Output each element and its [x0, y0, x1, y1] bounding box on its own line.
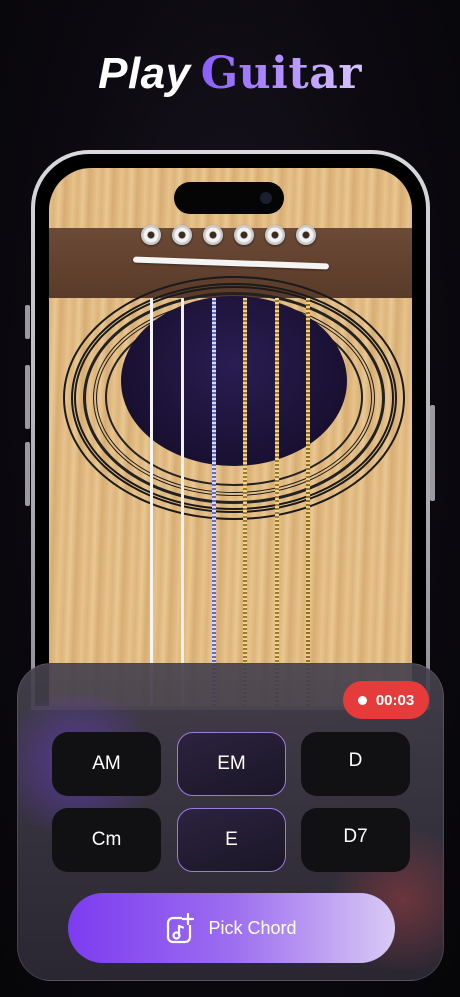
chord-label: D: [348, 750, 363, 771]
chord-label: EM: [217, 753, 246, 774]
recording-time: 00:03: [375, 691, 415, 709]
pick-chord-button[interactable]: Pick Chord: [68, 893, 395, 963]
dynamic-island: [174, 182, 284, 214]
chord-label: AM: [92, 753, 121, 774]
guitar-string-6[interactable]: [306, 298, 310, 706]
guitar-string-3[interactable]: [212, 298, 216, 706]
bridge-pin: [265, 225, 285, 245]
chord-label: Cm: [91, 829, 122, 850]
music-note-add-icon: [166, 912, 196, 944]
phone-bezel: [35, 154, 426, 706]
phone-volume-up-button: [25, 365, 30, 429]
phone-power-button: [430, 405, 435, 501]
front-camera-icon: [260, 192, 272, 204]
chord-button-cm[interactable]: Cm: [52, 808, 161, 872]
phone-volume-down-button: [25, 442, 30, 506]
bridge-pin: [296, 225, 316, 245]
recording-badge[interactable]: 00:03: [343, 681, 429, 719]
chord-label: E: [225, 829, 238, 850]
sound-hole: [121, 296, 347, 466]
chord-panel: 00:03 AM EM D Cm E D7 Pick Chord: [17, 663, 444, 981]
guitar-string-2[interactable]: [181, 298, 184, 706]
headline: Play Guitar: [0, 48, 460, 99]
chord-button-am[interactable]: AM: [52, 732, 161, 796]
phone-frame: [31, 150, 430, 710]
chord-button-e[interactable]: E: [177, 808, 286, 872]
pick-chord-label: Pick Chord: [208, 917, 297, 938]
guitar-string-5[interactable]: [275, 298, 279, 706]
chord-button-d[interactable]: D: [301, 732, 410, 796]
headline-word-play: Play: [98, 49, 191, 98]
chord-button-em[interactable]: EM: [177, 732, 286, 796]
guitar-string-4[interactable]: [243, 298, 247, 706]
chord-label: D7: [343, 826, 368, 847]
record-dot-icon: [357, 695, 367, 705]
guitar-string-1[interactable]: [150, 298, 153, 706]
guitar-body[interactable]: [49, 168, 412, 706]
phone-silent-switch: [25, 305, 30, 339]
bridge-pin: [172, 225, 192, 245]
bridge-pin: [141, 225, 161, 245]
bridge-pin: [234, 225, 254, 245]
headline-word-guitar: Guitar: [200, 48, 362, 99]
chord-button-d7[interactable]: D7: [301, 808, 410, 872]
bridge-pin: [203, 225, 223, 245]
